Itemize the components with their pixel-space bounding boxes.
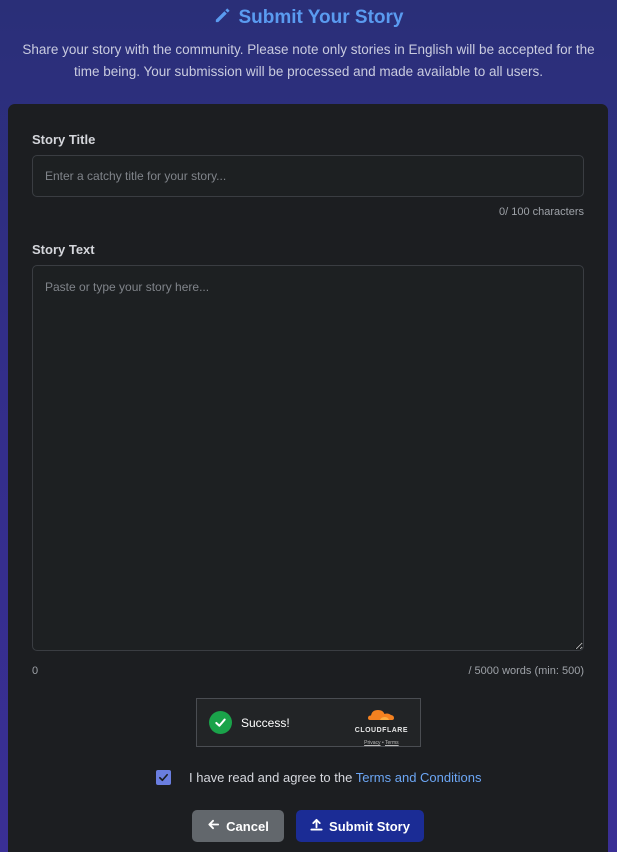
story-title-label: Story Title xyxy=(32,132,96,147)
success-check-icon xyxy=(209,711,232,734)
terms-checkbox[interactable] xyxy=(156,770,171,785)
page-subtitle: Share your story with the community. Ple… xyxy=(22,42,595,79)
story-text-input[interactable] xyxy=(32,265,584,651)
cancel-button[interactable]: Cancel xyxy=(192,810,284,842)
page-header: Submit Your Story Share your story with … xyxy=(0,0,617,83)
page-title: Submit Your Story xyxy=(238,7,404,28)
terms-agreement-text: I have read and agree to the Terms and C… xyxy=(189,770,481,785)
checkmark-icon xyxy=(159,773,168,782)
title-character-counter: 0/ 100 characters xyxy=(499,206,584,218)
title-row: Submit Your Story xyxy=(0,6,617,30)
captcha-status: Success! xyxy=(241,715,290,730)
pencil-icon xyxy=(213,6,232,30)
submit-story-button[interactable]: Submit Story xyxy=(296,810,424,842)
cloudflare-wordmark: CLOUDFLARE xyxy=(354,727,408,734)
submit-button-label: Submit Story xyxy=(329,818,410,834)
agreement-prefix: I have read and agree to the xyxy=(189,770,356,785)
cloudflare-logo-icon xyxy=(366,708,396,725)
story-text-label: Story Text xyxy=(32,242,95,257)
upload-icon xyxy=(310,818,323,834)
word-count: 0 xyxy=(32,665,39,677)
captcha-links: Privacy • Terms xyxy=(355,740,408,746)
arrow-left-icon xyxy=(207,818,220,834)
cloudflare-branding: CLOUDFLARE Privacy • Terms xyxy=(355,707,408,746)
word-limit: / 5000 words (min: 500) xyxy=(468,665,584,677)
terms-link[interactable]: Terms xyxy=(385,740,399,746)
terms-agreement: I have read and agree to the Terms and C… xyxy=(156,770,481,785)
cancel-button-label: Cancel xyxy=(226,818,269,834)
cloudflare-captcha-widget[interactable]: Success! CLOUDFLARE Privacy • Terms xyxy=(196,698,421,747)
submission-form-card: Story Title 0/ 100 characters Story Text… xyxy=(8,104,608,852)
privacy-link[interactable]: Privacy xyxy=(364,740,380,746)
link-separator: • xyxy=(381,740,384,746)
terms-and-conditions-link[interactable]: Terms and Conditions xyxy=(356,770,482,785)
story-title-input[interactable] xyxy=(32,155,584,197)
